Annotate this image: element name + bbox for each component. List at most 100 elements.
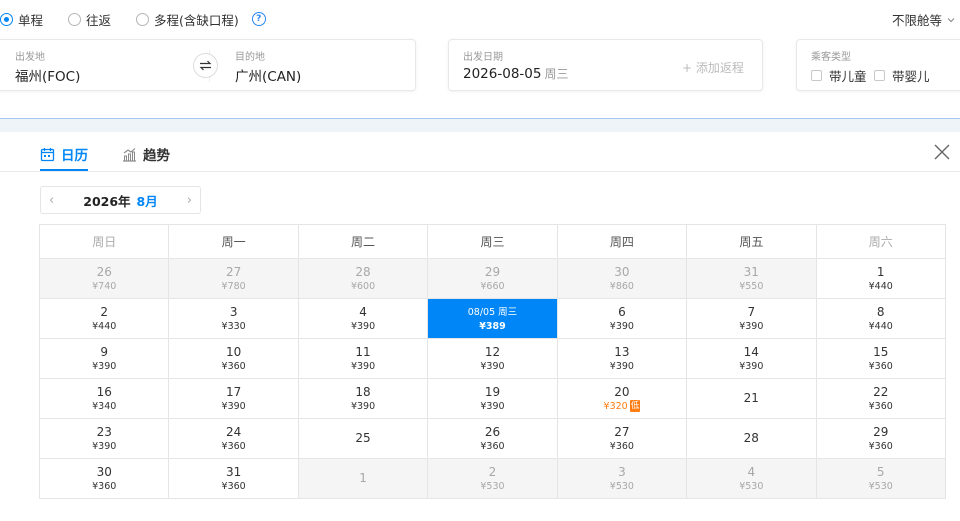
calendar-day[interactable]: 27 ¥780 [169, 259, 299, 299]
calendar-day[interactable]: 13 ¥390 [557, 339, 688, 379]
calendar-day[interactable]: 2 ¥440 [40, 299, 170, 339]
depart-date-input[interactable]: 2026-08-05 周三 [463, 65, 568, 82]
price-value: ¥390 [480, 400, 505, 412]
calendar-day[interactable]: 18 ¥390 [298, 379, 429, 419]
calendar-day[interactable]: 9 ¥390 [40, 339, 170, 379]
chevron-down-icon [947, 17, 955, 22]
calendar-day[interactable]: 11 ¥390 [298, 339, 429, 379]
price-value: ¥360 [221, 360, 246, 372]
next-month-button[interactable]: › [187, 193, 192, 208]
calendar-week-row: 30 ¥360 31 ¥360 1 2 ¥530 3 ¥530 4 ¥530 5 ¥530 [40, 459, 946, 499]
weekday-header: 周二 [298, 225, 429, 259]
price-value: ¥550 [739, 280, 764, 292]
day-number: 23 [96, 424, 112, 439]
calendar-day[interactable]: 1 ¥440 [816, 259, 946, 299]
day-price: ¥390 [351, 320, 375, 333]
calendar-day[interactable]: 17 ¥390 [169, 379, 299, 419]
day-price: ¥390 [222, 400, 246, 413]
calendar-day[interactable]: 30 ¥860 [557, 259, 688, 299]
tab-calendar[interactable]: 日历 [40, 144, 88, 164]
tab-trend[interactable]: 趋势 [122, 144, 170, 164]
price-value: ¥440 [868, 320, 893, 332]
day-price: ¥390 [92, 360, 116, 373]
calendar-day[interactable]: 22 ¥360 [816, 379, 946, 419]
calendar-day[interactable]: 1 [298, 459, 429, 499]
price-value: ¥600 [350, 280, 376, 292]
calendar-day[interactable]: 4 ¥390 [298, 299, 429, 339]
weekday-header: 周日 [40, 225, 170, 259]
calendar-day[interactable]: 15 ¥360 [816, 339, 946, 379]
calendar-day[interactable]: 19 ¥390 [428, 379, 558, 419]
swap-cities-button[interactable] [193, 53, 218, 78]
calendar-day[interactable]: 16 ¥340 [40, 379, 170, 419]
trip-type-multi-city[interactable]: 多程(含缺口程) [136, 10, 239, 29]
calendar-day[interactable]: 12 ¥390 [428, 339, 558, 379]
calendar-day[interactable]: 5 ¥530 [816, 459, 946, 499]
calendar-day[interactable]: 29 ¥660 [428, 259, 558, 299]
calendar-day[interactable]: 4 ¥530 [687, 459, 817, 499]
day-number: 9 [100, 344, 109, 359]
depart-city-input[interactable]: 福州(FOC) [15, 65, 80, 85]
calendar-day[interactable]: 21 [687, 379, 817, 419]
day-number: 19 [484, 384, 501, 399]
arrive-city-input[interactable]: 广州(CAN) [235, 65, 301, 85]
price-value: ¥530 [609, 480, 634, 492]
calendar-day[interactable]: 14 ¥390 [687, 339, 817, 379]
calendar-day[interactable]: 3 ¥530 [557, 459, 688, 499]
day-price: ¥440 [869, 280, 893, 293]
swap-icon [199, 60, 212, 71]
day-number: 3 [618, 464, 626, 479]
price-value: ¥360 [221, 480, 246, 492]
price-value: ¥390 [350, 360, 376, 372]
calendar-day[interactable]: 8 ¥440 [816, 299, 946, 339]
calendar-day[interactable]: 28 [687, 419, 817, 459]
calendar-day[interactable]: 10 ¥360 [169, 339, 299, 379]
calendar-day[interactable]: 7 ¥390 [687, 299, 817, 339]
day-price: ¥440 [869, 320, 893, 333]
calendar-day[interactable]: 28 ¥600 [298, 259, 429, 299]
price-value: ¥660 [480, 280, 505, 292]
trip-type-one-way[interactable]: 单程 [0, 10, 43, 29]
calendar-day[interactable]: 2 ¥530 [428, 459, 558, 499]
calendar-day[interactable]: 23 ¥390 [40, 419, 170, 459]
day-number: 4 [359, 304, 367, 319]
day-price: ¥550 [739, 280, 763, 293]
trip-type-round-trip[interactable]: 往返 [68, 10, 111, 29]
day-number: 27 [614, 424, 630, 439]
day-price: ¥360 [92, 480, 116, 493]
calendar-day[interactable]: 3 ¥330 [169, 299, 299, 339]
calendar-day[interactable]: 31 ¥550 [687, 259, 817, 299]
calendar-day-selected[interactable]: 08/05 周三 ¥389 [428, 299, 558, 339]
price-value: ¥360 [868, 360, 893, 372]
calendar-day[interactable]: 29 ¥360 [816, 419, 946, 459]
calendar-day[interactable]: 26 ¥740 [40, 259, 170, 299]
help-icon[interactable]: ? [251, 12, 266, 26]
calendar-day[interactable]: 30 ¥360 [40, 459, 170, 499]
add-return-button[interactable]: + 添加返程 [682, 59, 744, 76]
with-infant-checkbox[interactable]: 带婴儿 [874, 66, 930, 85]
day-price: ¥360 [222, 440, 246, 453]
calendar-day[interactable]: 26 ¥360 [428, 419, 558, 459]
calendar-day[interactable]: 27 ¥360 [557, 419, 688, 459]
day-number: 4 [747, 464, 756, 479]
calendar-day[interactable]: 24 ¥360 [169, 419, 299, 459]
day-number: 20 [614, 384, 630, 399]
calendar-day[interactable]: 31 ¥360 [169, 459, 299, 499]
day-number: 1 [359, 471, 367, 485]
price-value: ¥340 [92, 400, 117, 412]
calendar-day[interactable]: 6 ¥390 [557, 299, 688, 339]
depart-city-label: 出发地 [15, 52, 45, 63]
cabin-class-select[interactable]: 不限舱等 [892, 10, 956, 29]
checkbox-icon [811, 70, 822, 81]
calendar-icon [40, 147, 55, 161]
calendar-day[interactable]: 20 ¥320 低 [557, 379, 688, 419]
calendar-week-row: 9 ¥390 10 ¥360 11 ¥390 12 ¥390 13 ¥390 14 ¥390 15 ¥36… [40, 339, 946, 379]
price-value: ¥440 [868, 280, 893, 292]
day-number: 28 [355, 264, 371, 279]
close-button[interactable] [933, 143, 951, 165]
with-child-checkbox[interactable]: 带儿童 [811, 66, 867, 85]
calendar-day[interactable]: 25 [298, 419, 429, 459]
day-price: ¥320 低 [604, 400, 641, 413]
prev-month-button[interactable]: ‹ [49, 193, 54, 208]
price-value: ¥360 [480, 440, 505, 452]
